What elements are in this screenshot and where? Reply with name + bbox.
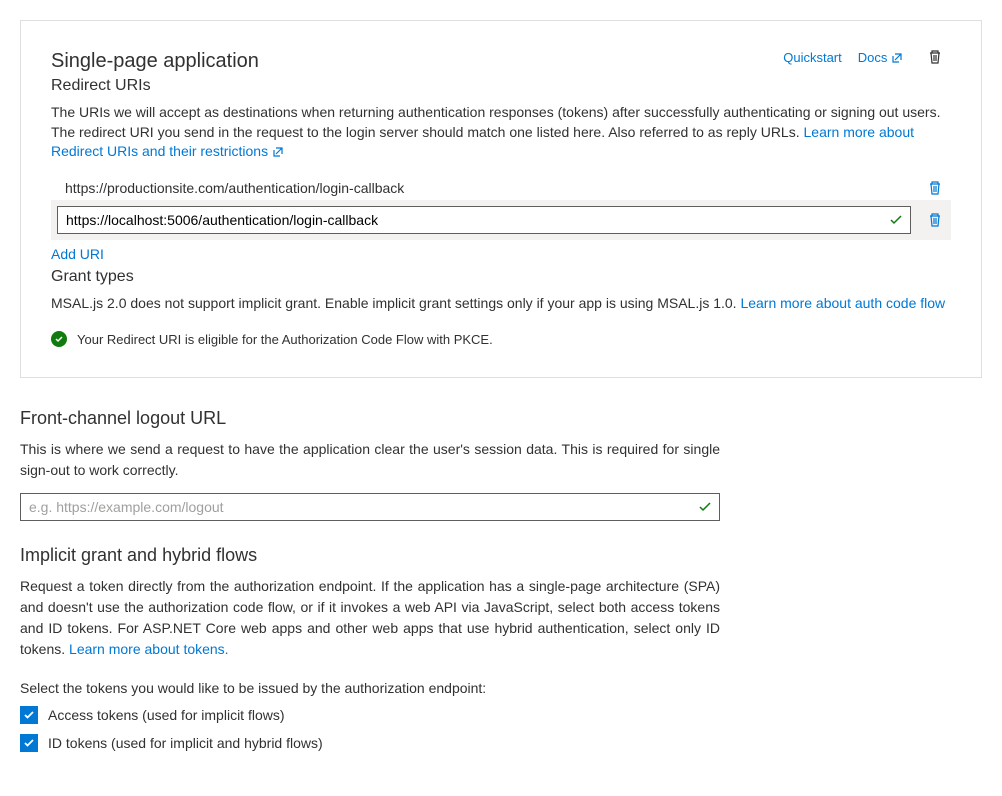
spa-card: Single-page application Redirect URIs Qu… <box>20 20 982 378</box>
id-tokens-checkbox[interactable] <box>20 734 38 752</box>
token-prompt: Select the tokens you would like to be i… <box>20 680 720 696</box>
uri-input[interactable] <box>57 206 911 234</box>
access-tokens-label: Access tokens (used for implicit flows) <box>48 707 285 723</box>
card-title: Single-page application <box>51 49 259 73</box>
logout-title: Front-channel logout URL <box>20 408 720 429</box>
external-link-icon <box>891 52 903 64</box>
learn-auth-link[interactable]: Learn more about auth code flow <box>740 295 945 311</box>
checkmark-icon <box>698 500 712 514</box>
card-actions: Quickstart Docs <box>783 49 951 65</box>
logout-url-input[interactable] <box>20 493 720 521</box>
uri-text: https://productionsite.com/authenticatio… <box>51 180 919 196</box>
card-subtitle: Redirect URIs <box>51 77 259 95</box>
grant-description: MSAL.js 2.0 does not support implicit gr… <box>51 294 951 314</box>
success-icon <box>51 331 67 347</box>
delete-uri-icon[interactable] <box>919 180 951 196</box>
uri-row-editing <box>51 200 951 240</box>
access-tokens-checkbox[interactable] <box>20 706 38 724</box>
add-uri-link[interactable]: Add URI <box>51 246 104 262</box>
external-link-icon <box>272 146 284 158</box>
logout-description: This is where we send a request to have … <box>20 439 720 481</box>
checkmark-icon <box>889 213 903 227</box>
docs-link[interactable]: Docs <box>858 50 903 65</box>
delete-uri-icon[interactable] <box>919 212 951 228</box>
access-tokens-row: Access tokens (used for implicit flows) <box>20 706 720 724</box>
implicit-description: Request a token directly from the author… <box>20 576 720 660</box>
status-text: Your Redirect URI is eligible for the Au… <box>77 332 493 347</box>
logout-input-wrap <box>20 493 720 521</box>
docs-label: Docs <box>858 50 888 65</box>
uri-row-static: https://productionsite.com/authenticatio… <box>51 176 951 200</box>
uri-input-wrap <box>57 206 911 234</box>
grant-types-title: Grant types <box>51 268 951 286</box>
implicit-title: Implicit grant and hybrid flows <box>20 545 720 566</box>
implicit-section: Implicit grant and hybrid flows Request … <box>20 545 720 752</box>
quickstart-link[interactable]: Quickstart <box>783 50 842 65</box>
status-row: Your Redirect URI is eligible for the Au… <box>51 331 951 347</box>
id-tokens-label: ID tokens (used for implicit and hybrid … <box>48 735 323 751</box>
id-tokens-row: ID tokens (used for implicit and hybrid … <box>20 734 720 752</box>
learn-tokens-link[interactable]: Learn more about tokens. <box>69 641 229 657</box>
logout-section: Front-channel logout URL This is where w… <box>20 408 720 521</box>
card-header: Single-page application Redirect URIs Qu… <box>51 49 951 103</box>
uri-list: https://productionsite.com/authenticatio… <box>51 176 951 240</box>
redirect-description: The URIs we will accept as destinations … <box>51 103 951 162</box>
delete-platform-icon[interactable] <box>919 49 951 65</box>
